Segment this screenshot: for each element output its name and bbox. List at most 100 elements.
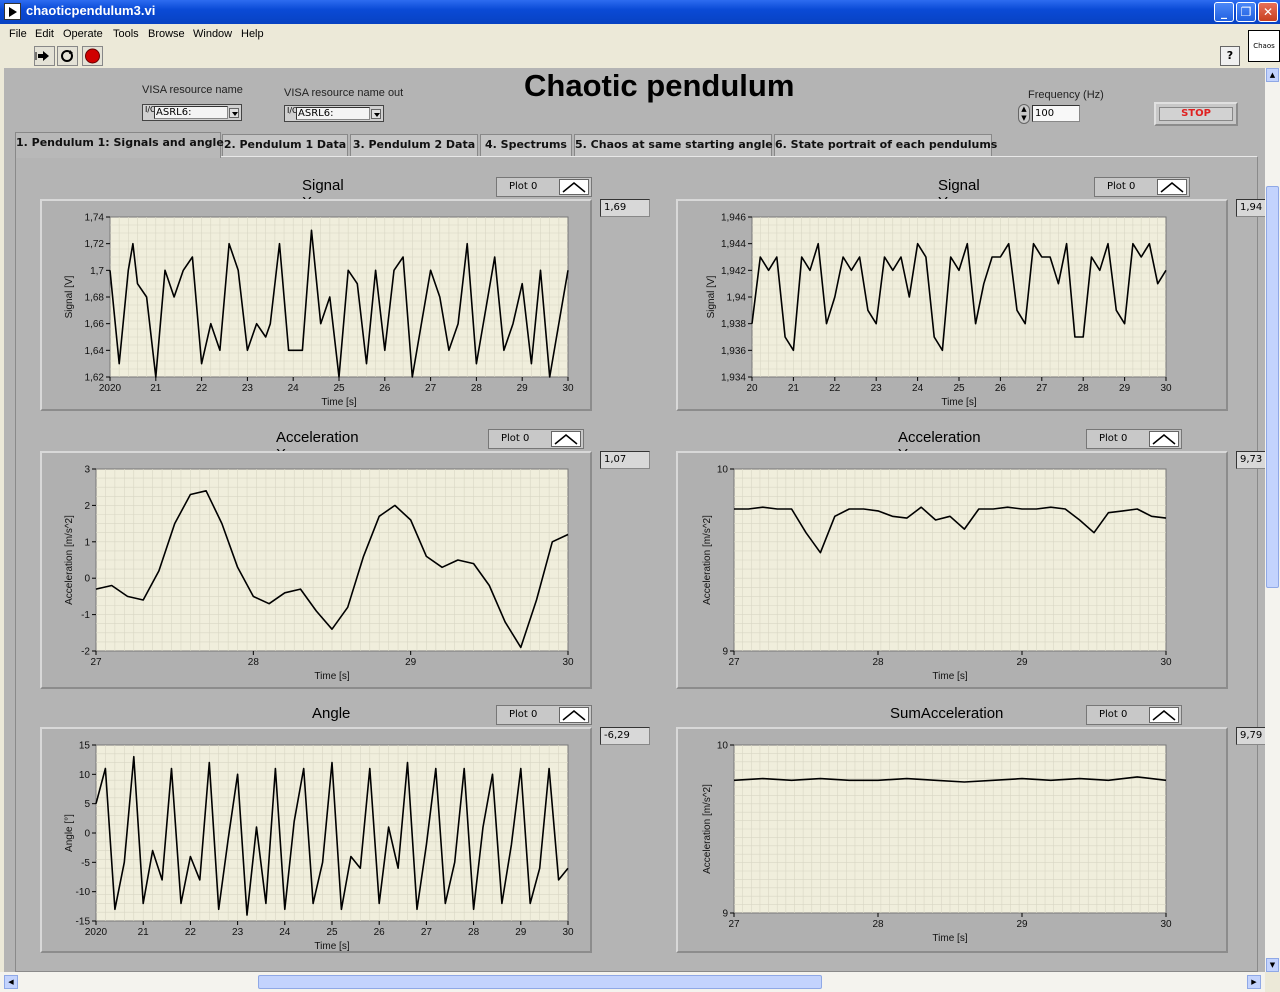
x-tick-label: 27 bbox=[90, 657, 102, 668]
frequency-label: Frequency (Hz) bbox=[1028, 89, 1104, 101]
x-tick-label: 22 bbox=[829, 383, 841, 394]
x-tick-label: 21 bbox=[150, 383, 162, 394]
run-icon[interactable] bbox=[34, 46, 55, 66]
tab-state-portrait[interactable]: 6. State portrait of each pendulums bbox=[774, 134, 997, 156]
y-tick-label: 10 bbox=[79, 770, 91, 781]
y-tick-label: 9 bbox=[722, 909, 728, 920]
y-tick-label: -5 bbox=[81, 858, 90, 869]
x-tick-label: 30 bbox=[1160, 383, 1172, 394]
tab-pendulum2-data[interactable]: 3. Pendulum 2 Data bbox=[350, 134, 478, 156]
x-tick-label: 25 bbox=[333, 383, 345, 394]
y-tick-label: 1,72 bbox=[85, 239, 105, 250]
y-tick-label: 1,62 bbox=[85, 373, 105, 384]
x-tick-label: 28 bbox=[468, 927, 480, 938]
grid-lines bbox=[96, 469, 568, 651]
vertical-scrollbar[interactable]: ▲ ▼ bbox=[1265, 68, 1280, 972]
tab-chaos-same-angle[interactable]: 5. Chaos at same starting angle bbox=[574, 134, 773, 156]
x-tick-label: 29 bbox=[405, 657, 417, 668]
x-tick-label: 30 bbox=[562, 657, 574, 668]
x-axis-label: Time [s] bbox=[932, 933, 967, 944]
y-axis-label: Acceleration [m/s^2] bbox=[702, 784, 713, 874]
y-tick-label: 1,936 bbox=[721, 346, 746, 357]
abort-icon[interactable] bbox=[82, 46, 103, 66]
menu-tools[interactable]: Tools bbox=[113, 28, 139, 40]
visa-in-control[interactable]: I/O ASRL6: bbox=[142, 104, 242, 121]
x-tick-label: 25 bbox=[953, 383, 965, 394]
menu-help[interactable]: Help bbox=[241, 28, 264, 40]
x-tick-label: 26 bbox=[995, 383, 1007, 394]
menu-edit[interactable]: Edit bbox=[35, 28, 54, 40]
y-axis-label: Signal [V] bbox=[64, 275, 75, 318]
menu-file[interactable]: File bbox=[9, 28, 27, 40]
value-indicator: 1,94 bbox=[1236, 199, 1265, 217]
horizontal-scroll-thumb[interactable] bbox=[258, 975, 822, 989]
x-tick-label: 28 bbox=[471, 383, 483, 394]
visa-in-value[interactable]: ASRL6: bbox=[154, 106, 228, 119]
x-axis-label: Time [s] bbox=[941, 397, 976, 408]
tab-spectrums[interactable]: 4. Spectrums bbox=[480, 134, 572, 156]
dropdown-arrow-icon[interactable] bbox=[229, 108, 239, 118]
y-tick-label: 1,7 bbox=[90, 266, 104, 277]
scroll-right-icon[interactable]: ▶ bbox=[1247, 975, 1261, 989]
visa-in-label: VISA resource name bbox=[142, 84, 243, 96]
increment-decrement-icon[interactable]: ▲ ▼ bbox=[1018, 104, 1030, 124]
restore-button[interactable]: ❐ bbox=[1236, 2, 1256, 22]
x-tick-label: 27 bbox=[425, 383, 437, 394]
menu-operate[interactable]: Operate bbox=[63, 28, 103, 40]
x-tick-label: 2020 bbox=[99, 383, 122, 394]
stop-button[interactable]: STOP bbox=[1154, 102, 1238, 126]
window-title: chaoticpendulum3.vi bbox=[26, 3, 156, 18]
menu-browse[interactable]: Browse bbox=[148, 28, 185, 40]
close-button[interactable]: ✕ bbox=[1258, 2, 1278, 22]
x-tick-label: 29 bbox=[1016, 657, 1028, 668]
y-tick-label: 1,94 bbox=[727, 293, 747, 304]
x-tick-label: 25 bbox=[326, 927, 338, 938]
value-indicator: 1,07 bbox=[600, 451, 650, 469]
tab-page-content: Signal XPlot 01,692020212223242526272829… bbox=[15, 156, 1265, 972]
x-tick-label: 30 bbox=[562, 383, 574, 394]
context-help-button[interactable]: ? bbox=[1220, 46, 1240, 66]
scroll-down-icon[interactable]: ▼ bbox=[1266, 958, 1279, 972]
dropdown-arrow-icon[interactable] bbox=[371, 109, 381, 119]
graph-plot-area: 20 21 22 23 24 25 26 27 28 29 30 1,934 1,936 1,938 1,9… bbox=[706, 213, 1172, 409]
y-tick-label: 10 bbox=[717, 465, 729, 476]
graph-plot-area: 2020 21 22 23 24 25 26 27 28 29 30 -15 -10 -5 0 5 10 15 Ti… bbox=[64, 741, 574, 953]
y-tick-label: -1 bbox=[81, 610, 90, 621]
x-tick-label: 26 bbox=[379, 383, 391, 394]
scroll-left-icon[interactable]: ◀ bbox=[4, 975, 18, 989]
x-axis-label: Time [s] bbox=[314, 941, 349, 952]
page-title: Chaotic pendulum bbox=[524, 68, 795, 103]
labview-app-icon[interactable] bbox=[4, 3, 21, 20]
scroll-up-icon[interactable]: ▲ bbox=[1266, 68, 1279, 82]
y-tick-label: 1,934 bbox=[721, 373, 746, 384]
run-continuous-icon[interactable] bbox=[57, 46, 78, 66]
grid-lines bbox=[752, 217, 1166, 377]
x-tick-label: 23 bbox=[232, 927, 244, 938]
graph-plot-area: 27 28 29 30 9 10 Time [s] Acceleration [m/s^2] bbox=[702, 741, 1172, 945]
minimize-button[interactable]: _ bbox=[1214, 2, 1234, 22]
x-tick-label: 23 bbox=[871, 383, 883, 394]
x-tick-label: 21 bbox=[138, 927, 150, 938]
x-tick-label: 30 bbox=[1160, 919, 1172, 930]
horizontal-scrollbar[interactable]: ◀ ▶ bbox=[0, 972, 1265, 992]
menu-window[interactable]: Window bbox=[193, 28, 232, 40]
y-tick-label: 0 bbox=[84, 574, 90, 585]
value-indicator: 1,69 bbox=[600, 199, 650, 217]
y-tick-label: 1,64 bbox=[85, 346, 105, 357]
y-tick-label: 15 bbox=[79, 741, 91, 752]
visa-out-label: VISA resource name out bbox=[284, 87, 404, 99]
front-panel: VISA resource name I/O ASRL6: VISA resou… bbox=[4, 68, 1265, 972]
tab-pendulum1-data[interactable]: 2. Pendulum 1 Data bbox=[222, 134, 348, 156]
toolbar: ? bbox=[0, 44, 1280, 68]
vertical-scroll-thumb[interactable] bbox=[1266, 186, 1279, 588]
grid-lines bbox=[734, 469, 1166, 651]
y-tick-label: 1,944 bbox=[721, 239, 746, 250]
x-axis-label: Time [s] bbox=[932, 671, 967, 682]
x-tick-label: 27 bbox=[728, 657, 740, 668]
tab-pendulum1-signals[interactable]: 1. Pendulum 1: Signals and angle bbox=[15, 132, 224, 158]
frequency-value[interactable]: 100 bbox=[1032, 105, 1080, 122]
x-tick-label: 27 bbox=[1036, 383, 1048, 394]
x-tick-label: 2020 bbox=[85, 927, 108, 938]
frequency-control[interactable]: ▲ ▼ 100 bbox=[1018, 104, 1082, 124]
y-tick-label: 1,942 bbox=[721, 266, 746, 277]
